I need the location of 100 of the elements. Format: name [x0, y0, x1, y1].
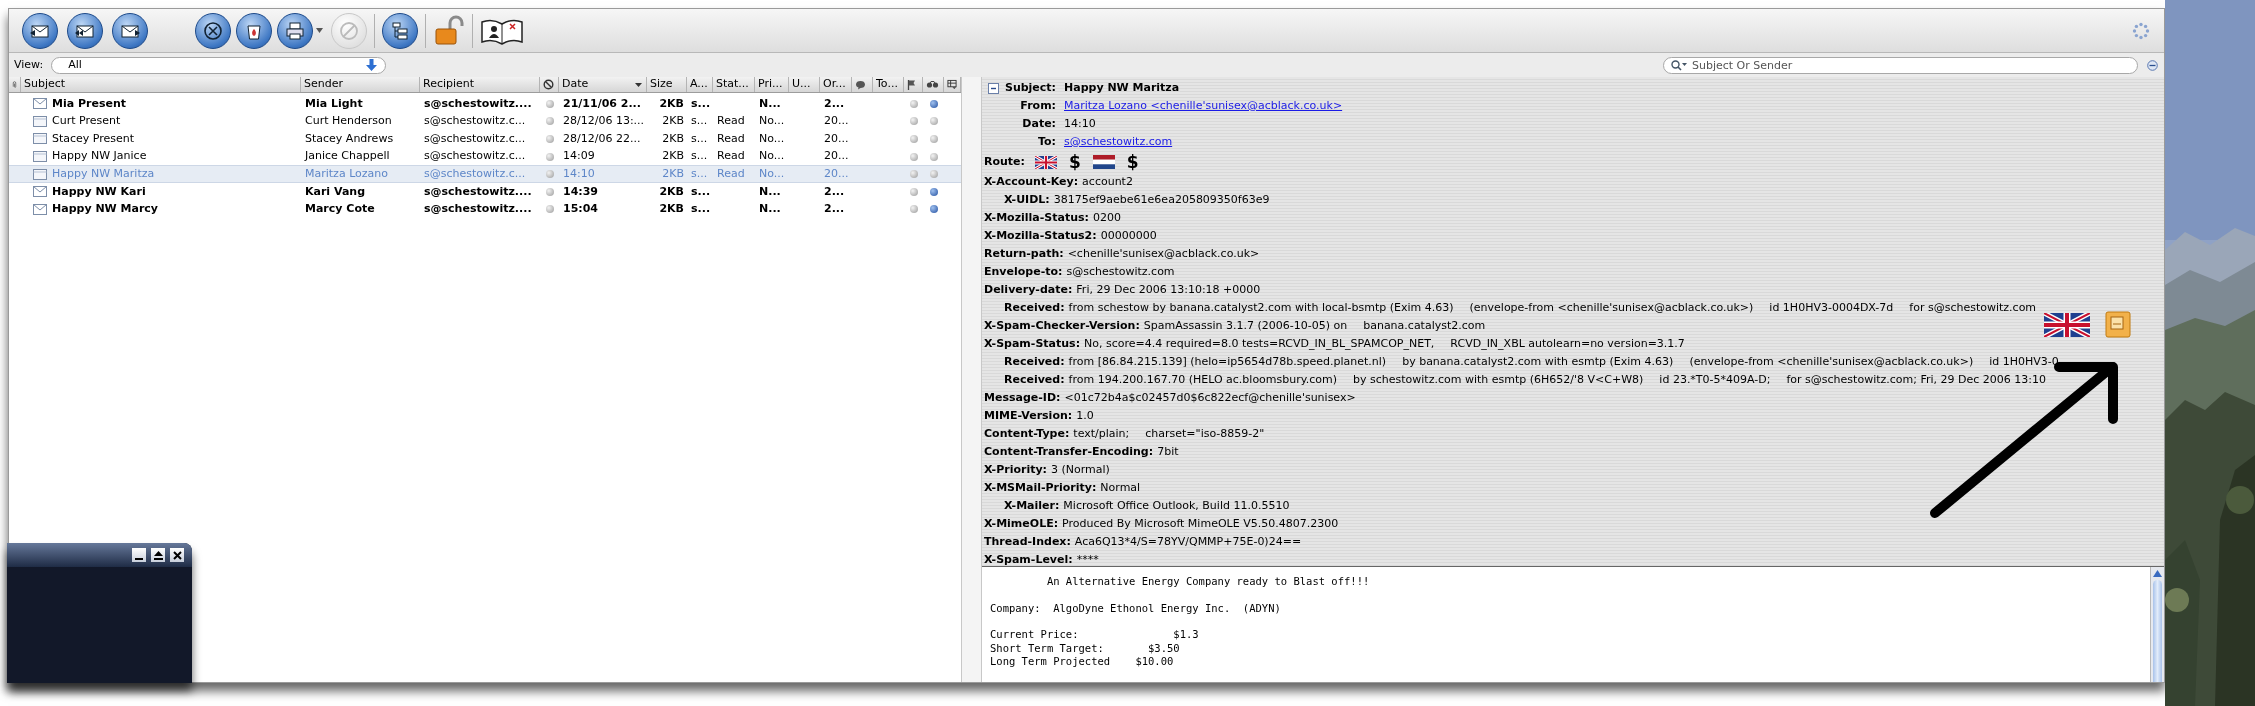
open-padlock-icon[interactable] [433, 14, 465, 47]
column-icon-header[interactable] [540, 77, 559, 92]
spinner-icon [2132, 21, 2150, 40]
view-label: View: [14, 56, 44, 73]
header-label: Received: [1004, 371, 1065, 388]
header-label: X-Spam-Level: [984, 551, 1073, 566]
header-label: To: [1037, 133, 1056, 150]
message-row[interactable]: Happy NW Kari Kari Vang s@schestowitz.... 14:39 2KB s... N... 2... [9, 182, 961, 201]
cross-circle-icon [202, 19, 224, 42]
body-text-line: Long Term Projected $10.00 [990, 655, 1175, 669]
caret-icon[interactable] [316, 28, 323, 33]
header-value: Produced By Microsoft MimeOLE V5.50.4807.2300 [1062, 515, 1339, 532]
header-value: s@schestowitz.com [1066, 263, 1175, 280]
column-header[interactable]: U... [789, 77, 820, 92]
column-header[interactable]: Stat... [713, 77, 755, 92]
table-cell-text: Maritza Lozano [305, 165, 388, 182]
header-label: X-Mozilla-Status2: [984, 227, 1097, 244]
table-cell-text: Read [717, 165, 745, 182]
table-cell: 14:09 [563, 148, 595, 165]
envelope-icon [33, 133, 47, 145]
message-row[interactable]: Happy NW Janice Janice Chappell s@schestowitz.c... 14:09 2KB s... Read No... 20... [9, 147, 961, 166]
table-cell-text: s@schestowitz.... [424, 95, 532, 112]
header-value: 3 (Normal) [1051, 461, 1110, 478]
subject-text: Curt Present [52, 113, 121, 130]
header-value: 1.0 [1076, 407, 1094, 424]
header-link[interactable]: Maritza Lozano <chenille'sunisex@acblack.co.uk> [1064, 97, 1343, 115]
header-value: from 194.200.167.70 (HELO ac.bloomsbury.com) [1068, 371, 1337, 388]
column-picker-icon[interactable] [947, 79, 957, 90]
table-cell: Curt Henderson [305, 113, 392, 130]
table-cell: Kari Vang [305, 183, 365, 200]
column-header[interactable]: Date [559, 77, 647, 92]
table-cell: s... [691, 148, 708, 165]
column-header[interactable]: Size [647, 77, 687, 92]
envelope-right-arrow-button[interactable] [112, 12, 148, 49]
header-value: 14:10 [1064, 115, 1096, 132]
table-cell-text: 20... [824, 165, 849, 182]
table-cell-text: s... [691, 165, 708, 182]
table-cell: N... [759, 183, 781, 200]
dollar-sign: $ [1126, 153, 1139, 171]
table-cell: No... [759, 148, 785, 165]
column-header[interactable]: Pri... [755, 77, 789, 92]
union-jack-flag-icon [1035, 155, 1057, 169]
table-cell-text: 28/12/06 22... [563, 130, 641, 147]
header-label: Date: [1021, 115, 1056, 132]
subject-text: Happy NW Kari [52, 183, 146, 200]
minimize-button[interactable] [132, 548, 146, 562]
printer-button[interactable] [277, 12, 313, 49]
cross-circle-button[interactable] [195, 12, 231, 49]
body-text-line: An Alternative Energy Company ready to Blast off!!! [1045, 575, 1371, 589]
union-jack-flag-icon [2044, 313, 2090, 337]
collapse-icon[interactable] [988, 82, 999, 94]
envelope-icon [33, 186, 47, 198]
header-label: X-Priority: [984, 461, 1047, 478]
message-row[interactable]: Curt Present Curt Henderson s@schestowitz.c... 28/12/06 13:... 2KB s... Read No... 20... [9, 112, 961, 131]
table-cell-text: s@schestowitz.c... [424, 165, 526, 182]
table-cell-text: s... [691, 130, 708, 147]
eject-button[interactable] [151, 548, 165, 562]
table-cell-text: No... [759, 130, 785, 147]
envelope-double-arrow-button[interactable] [67, 12, 103, 49]
table-cell: 20... [824, 113, 849, 130]
header-value: <01c72b4a$c02457d0$6c822ecf@chenille'sunisex> [1064, 389, 1356, 406]
header-value: Happy NW Maritza [1064, 79, 1180, 96]
header-label: Delivery-date: [984, 281, 1073, 298]
envelope-left-arrow-button[interactable] [22, 12, 58, 49]
app-window-icon [2105, 311, 2131, 338]
column-header[interactable]: Recipient [420, 77, 540, 92]
message-row[interactable]: Stacey Present Stacey Andrews s@schestowitz.c... 28/12/06 22... 2KB s... Read No... 20... [9, 130, 961, 148]
up-arrow-icon[interactable] [2153, 570, 2162, 577]
message-row[interactable]: Mia Present Mia Light s@schestowitz.... 21/11/06 2... 2KB s... N... 2... [9, 95, 961, 113]
view-dropdown[interactable]: All [51, 56, 387, 74]
message-row[interactable]: Happy NW Marcy Marcy Cote s@schestowitz.... 15:04 2KB s... N... 2... [9, 200, 961, 219]
header-label: X-MSMail-Priority: [984, 479, 1097, 496]
table-cell-text: No... [759, 165, 785, 182]
tree-list-button[interactable] [382, 12, 418, 49]
trash-fire-button[interactable] [236, 12, 272, 49]
column-header[interactable]: Or... [820, 77, 852, 92]
header-value: **** [1076, 551, 1099, 566]
clear-search-icon[interactable] [2147, 59, 2158, 71]
close-button[interactable] [170, 548, 184, 562]
column-header[interactable]: A... [687, 77, 713, 92]
scrollbar[interactable] [2150, 567, 2164, 682]
column-header[interactable]: Subject [21, 77, 301, 92]
header-value: charset="iso-8859-2" [1145, 425, 1265, 442]
header-value: for s@schestowitz.com; Fri, 29 Dec 2006 13:10 [1786, 371, 2047, 388]
header-value: id 1H0HV3-0004DX-7d [1769, 299, 1894, 316]
table-cell: s@schestowitz.c... [424, 113, 526, 130]
table-cell: Read [717, 113, 745, 130]
column-header[interactable]: To... [873, 77, 904, 92]
header-label: X-UIDL: [1004, 191, 1050, 208]
table-cell: N... [759, 201, 781, 218]
table-cell: s@schestowitz.... [424, 183, 532, 200]
search-field[interactable]: Subject Or Sender [1663, 56, 2138, 74]
subject-text: Stacey Present [52, 130, 135, 147]
header-value: Normal [1100, 479, 1141, 496]
down-arrow-icon [366, 59, 378, 71]
table-cell-text: 21/11/06 2... [563, 95, 641, 112]
header-link[interactable]: s@schestowitz.com [1064, 133, 1173, 151]
header-value: Aca6Q13*4/S=78YV/QMMP+75E-0)24== [1074, 533, 1302, 550]
header-value: RCVD_IN_XBL autolearn=no version=3.1.7 [1450, 335, 1685, 352]
column-header[interactable]: Sender [301, 77, 420, 92]
